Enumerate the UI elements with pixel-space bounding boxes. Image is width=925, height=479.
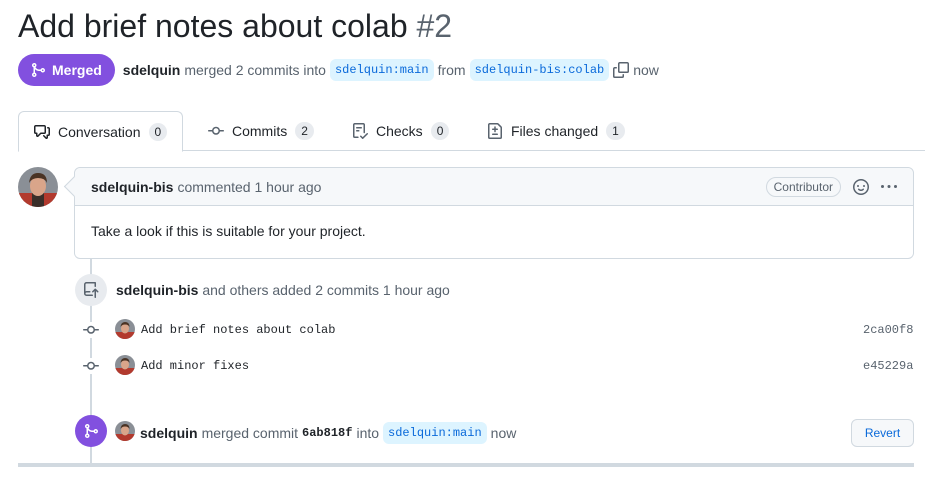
commit-sha-link[interactable]: 2ca00f8: [863, 323, 913, 337]
merge-event-text: merged commit: [201, 425, 299, 441]
revert-button[interactable]: Revert: [851, 419, 914, 447]
git-commit-icon: [83, 322, 99, 338]
comment-discussion-icon: [34, 124, 50, 139]
comment-body: Take a look if this is suitable for your…: [91, 223, 366, 239]
merge-into-text: into: [356, 425, 380, 441]
tab-checks-label: Checks: [376, 123, 423, 139]
tab-conversation[interactable]: Conversation 0: [18, 111, 184, 152]
tab-files-changed-count: 1: [606, 122, 625, 140]
avatar-photo: [115, 319, 135, 339]
merge-action-text: merged 2 commits into: [184, 62, 326, 78]
avatar-photo: [18, 167, 58, 207]
merge-event-time[interactable]: now: [491, 425, 517, 441]
merge-author-link[interactable]: sdelquin: [123, 62, 181, 78]
merge-event: sdelquin merged commit 6ab818f into sdel…: [140, 422, 516, 444]
repo-push-event-icon: [75, 274, 107, 306]
merge-summary: sdelquin merged 2 commits into sdelquin:…: [123, 59, 659, 81]
file-diff-icon: [488, 123, 502, 139]
tab-commits[interactable]: Commits 2: [208, 111, 314, 151]
tab-conversation-label: Conversation: [58, 123, 141, 140]
git-merge-icon: [32, 63, 46, 77]
avatar-photo: [115, 421, 135, 441]
comment-header: sdelquin-bis commented 1 hour ago Contri…: [75, 168, 913, 206]
commit-author-avatar[interactable]: [115, 319, 135, 339]
merged-event-icon: [75, 415, 107, 447]
avatar-photo: [115, 355, 135, 375]
git-commit-icon: [208, 126, 224, 135]
commits-event-author-link[interactable]: sdelquin-bis: [116, 282, 198, 298]
comment-author-link[interactable]: sdelquin-bis: [91, 179, 173, 195]
git-merge-icon: [85, 424, 99, 438]
tab-checks-count: 0: [430, 122, 450, 140]
tab-files-changed[interactable]: Files changed 1: [487, 111, 625, 151]
base-branch-label[interactable]: sdelquin:main: [329, 59, 434, 81]
merge-branch-label[interactable]: sdelquin:main: [383, 422, 487, 444]
tab-checks[interactable]: Checks 0: [352, 111, 450, 151]
merge-time: now: [633, 62, 659, 78]
kebab-horizontal-icon[interactable]: [881, 179, 897, 195]
pr-title-text: Add brief notes about colab: [18, 8, 408, 44]
tab-commits-label: Commits: [232, 123, 288, 139]
tab-files-changed-label: Files changed: [511, 123, 599, 139]
pr-number: #2: [416, 8, 453, 44]
commit-message-link[interactable]: Add brief notes about colab: [141, 323, 335, 337]
comment-author-avatar[interactable]: [18, 167, 58, 207]
repo-push-icon: [84, 282, 99, 298]
checklist-icon: [353, 123, 368, 139]
merge-commit-sha-link[interactable]: 6ab818f: [302, 426, 352, 440]
pr-status-row: Merged sdelquin merged 2 commits into sd…: [18, 54, 659, 86]
merged-badge-label: Merged: [52, 62, 102, 78]
merge-event-author-link[interactable]: sdelquin: [140, 425, 198, 441]
comment-timestamp[interactable]: commented 1 hour ago: [177, 179, 321, 195]
merged-status-badge: Merged: [18, 54, 115, 86]
tab-commits-count: 2: [295, 122, 314, 140]
contributor-badge: Contributor: [765, 177, 841, 197]
timeline-end-divider: [18, 463, 914, 467]
tab-conversation-count: 0: [148, 122, 168, 141]
commit-author-avatar[interactable]: [115, 355, 135, 375]
commits-event-text: and others added 2 commits 1 hour ago: [202, 282, 450, 298]
git-commit-icon: [83, 358, 99, 374]
copy-icon[interactable]: [613, 62, 630, 78]
commit-sha-link[interactable]: e45229a: [863, 359, 913, 373]
pr-tabs: Conversation 0 Commits 2 Checks 0 Files …: [18, 111, 925, 152]
commit-message-link[interactable]: Add minor fixes: [141, 359, 249, 373]
smiley-icon[interactable]: [853, 179, 869, 195]
head-branch-label[interactable]: sdelquin-bis:colab: [469, 59, 610, 81]
from-text: from: [437, 62, 466, 78]
merge-author-avatar[interactable]: [115, 421, 135, 441]
pr-title: Add brief notes about colab #2: [18, 6, 452, 46]
commits-added-event: sdelquin-bis and others added 2 commits …: [116, 282, 450, 298]
comment-box: sdelquin-bis commented 1 hour ago Contri…: [74, 167, 914, 259]
